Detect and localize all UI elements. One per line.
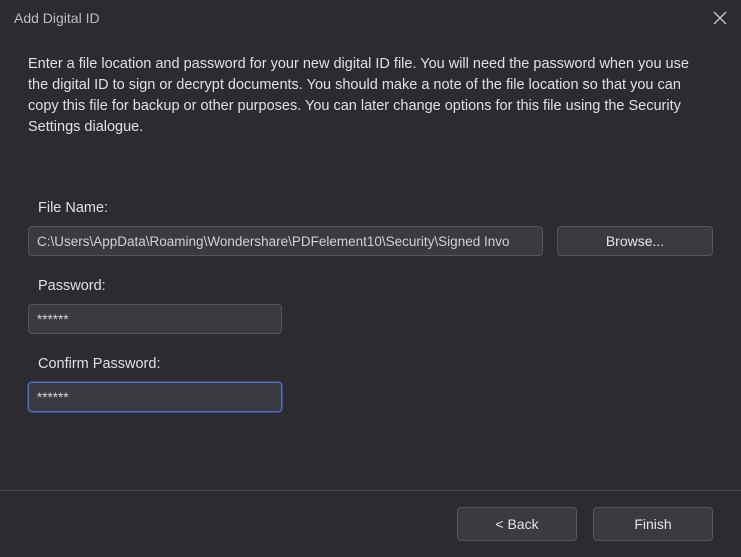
confirm-password-label: Confirm Password: xyxy=(38,356,713,372)
password-label: Password: xyxy=(38,278,713,294)
file-name-label: File Name: xyxy=(38,200,713,216)
confirm-password-input[interactable] xyxy=(28,382,282,412)
confirm-password-block: Confirm Password: xyxy=(28,356,713,412)
back-button[interactable]: < Back xyxy=(457,507,577,541)
dialog-footer: < Back Finish xyxy=(0,490,741,557)
finish-button[interactable]: Finish xyxy=(593,507,713,541)
close-icon[interactable] xyxy=(713,11,727,25)
password-input[interactable] xyxy=(28,304,282,334)
dialog-content: Enter a file location and password for y… xyxy=(0,34,741,412)
titlebar: Add Digital ID xyxy=(0,0,741,34)
password-block: Password: xyxy=(28,278,713,334)
dialog-title: Add Digital ID xyxy=(14,10,100,26)
file-name-block: File Name: Browse... xyxy=(28,200,713,256)
browse-button[interactable]: Browse... xyxy=(557,226,713,256)
intro-text: Enter a file location and password for y… xyxy=(28,54,713,138)
file-name-input[interactable] xyxy=(28,226,543,256)
